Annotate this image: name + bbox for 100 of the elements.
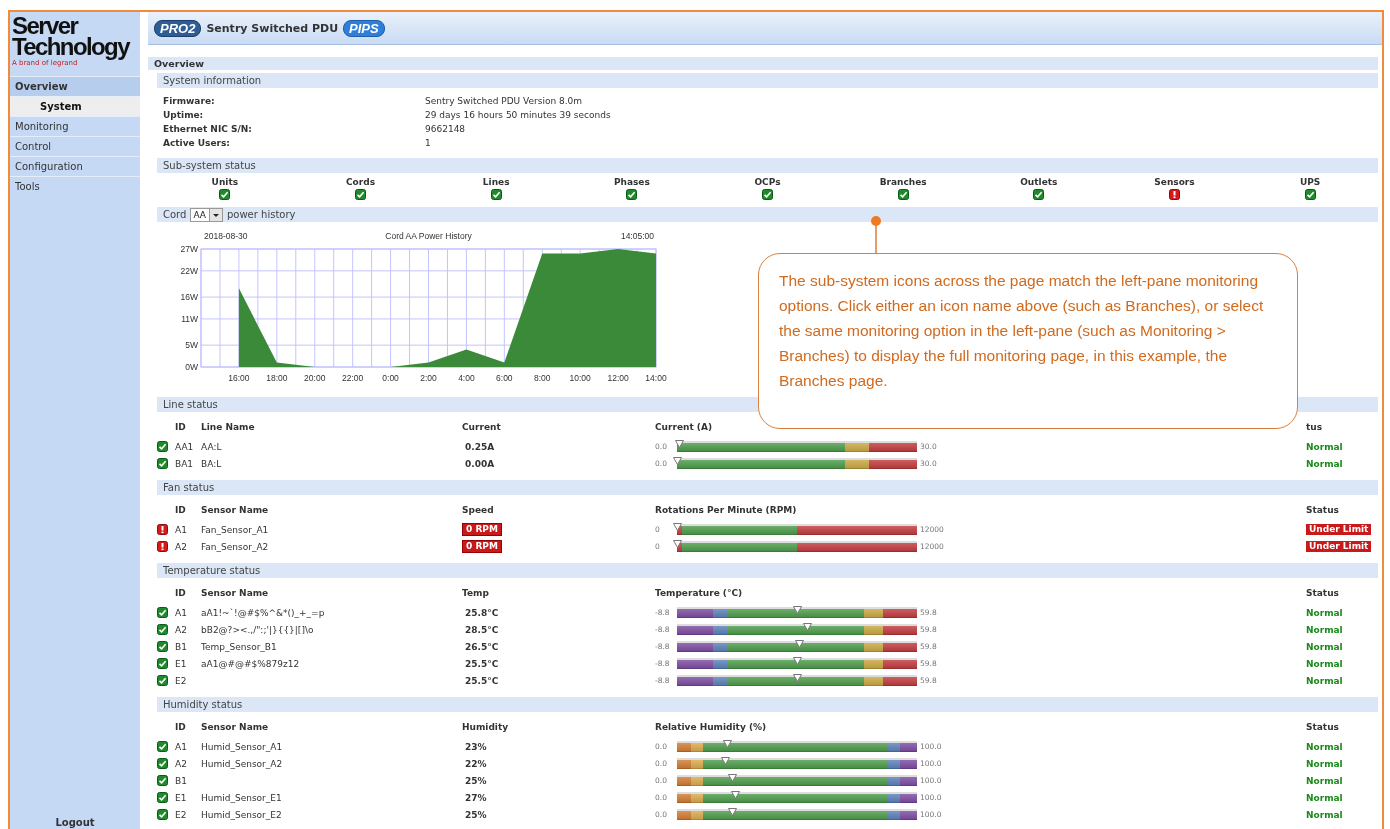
- column-header: Speed: [462, 505, 495, 515]
- column-header: Status: [1306, 722, 1340, 732]
- cord-dropdown[interactable]: AA: [190, 207, 223, 222]
- column-header: Relative Humidity (%): [655, 722, 768, 732]
- value-cell-text: 25.5°C: [464, 658, 500, 669]
- value-cell-text: 25%: [464, 775, 488, 786]
- name-cell-text: aA1@#@#$%879z12: [201, 658, 301, 669]
- field-label: Uptime:: [163, 109, 205, 122]
- nav-item[interactable]: Monitoring: [10, 116, 140, 136]
- section-header: System information: [157, 73, 1378, 88]
- column-header: Current: [462, 422, 502, 432]
- status-text: Normal: [1306, 741, 1344, 752]
- status-text: Normal: [1306, 775, 1344, 786]
- value-cell-text: 26.5°C: [464, 641, 500, 652]
- name-cell-text: BA:L: [201, 458, 223, 469]
- nav-item[interactable]: Control: [10, 136, 140, 156]
- column-header: Sensor Name: [201, 722, 270, 732]
- column-header: Current (A): [655, 422, 714, 432]
- nav-item[interactable]: Overview: [10, 76, 140, 96]
- column-header: Temperature (°C): [655, 588, 744, 598]
- x-tick-label: 10:00: [569, 373, 591, 383]
- section-header: Temperature status: [157, 563, 1378, 578]
- id-cell-text: B1: [175, 641, 188, 652]
- callout-connector: [870, 213, 882, 254]
- id-cell-text: A1: [175, 607, 188, 618]
- status-text: Normal: [1306, 809, 1344, 820]
- subsystem-link[interactable]: OCPs: [754, 177, 781, 187]
- column-header: Humidity: [462, 722, 510, 732]
- name-cell-text: AA:L: [201, 441, 223, 452]
- value-cell: 0 RPM: [462, 523, 502, 536]
- subsystem-link[interactable]: Branches: [879, 177, 927, 187]
- value-cell-text: 23%: [464, 741, 488, 752]
- x-tick-label: 20:00: [304, 373, 326, 383]
- y-tick-label: 0W: [185, 362, 198, 372]
- subsystem-link[interactable]: UPS: [1299, 177, 1321, 187]
- id-cell-text: A2: [175, 758, 188, 769]
- id-cell-text: A2: [175, 624, 188, 635]
- column-header: Status: [1306, 505, 1340, 515]
- field-value: 9662148: [425, 123, 467, 136]
- name-cell-text: Temp_Sensor_B1: [201, 641, 278, 652]
- name-cell-text: Humid_Sensor_E1: [201, 792, 283, 803]
- y-tick-label: 27W: [180, 244, 198, 254]
- id-cell-text: E1: [175, 792, 188, 803]
- column-header: Sensor Name: [201, 505, 270, 515]
- column-header: ID: [175, 722, 187, 732]
- value-cell-text: 27%: [464, 792, 488, 803]
- x-tick-label: 22:00: [342, 373, 364, 383]
- x-tick-label: 0:00: [382, 373, 399, 383]
- callout-note: The sub-system icons across the page match the left-pane monitoring options. Click either an icon name above (such as Branches), or select the same monitoring option in the left-pane (such as Monitoring > Branches) to display the full monitoring page, in this example, the Branches page.: [758, 253, 1298, 429]
- nav-item[interactable]: System: [10, 96, 140, 116]
- value-cell: 0 RPM: [462, 540, 502, 553]
- value-cell-text: 25.5°C: [464, 675, 500, 686]
- status-text: Normal: [1306, 792, 1344, 803]
- x-tick-label: 14:00: [645, 373, 667, 383]
- id-cell-text: B1: [175, 775, 188, 786]
- value-cell-text: 25%: [464, 809, 488, 820]
- field-label: Firmware:: [163, 95, 216, 108]
- x-tick-label: 4:00: [458, 373, 475, 383]
- field-value: 1: [425, 137, 432, 150]
- column-header: Temp: [462, 588, 490, 598]
- nav-item[interactable]: Configuration: [10, 156, 140, 176]
- section-title: power history: [226, 208, 296, 222]
- logout-link[interactable]: Logout: [55, 817, 95, 829]
- product-title: Sentry Switched PDU: [206, 21, 339, 35]
- x-tick-label: 18:00: [266, 373, 288, 383]
- name-cell-text: Humid_Sensor_A1: [201, 741, 284, 752]
- y-tick-label: 22W: [180, 265, 198, 276]
- y-tick-label: 5W: [185, 340, 198, 351]
- id-cell-text: E2: [175, 809, 188, 820]
- name-cell-text: Fan_Sensor_A2: [201, 541, 270, 552]
- column-header: tus: [1306, 422, 1324, 432]
- name-cell-text: Fan_Sensor_A1: [201, 524, 270, 535]
- id-cell-text: A2: [175, 541, 188, 552]
- subsystem-link[interactable]: Units: [211, 177, 239, 187]
- subsystem-link[interactable]: Lines: [482, 177, 510, 187]
- value-cell-text: 28.5°C: [464, 624, 500, 635]
- x-tick-label: 6:00: [496, 373, 513, 383]
- section-header: Humidity status: [157, 697, 1378, 712]
- value-cell-text: 0.00A: [464, 458, 496, 469]
- id-cell-text: E2: [175, 675, 188, 686]
- status-text: Under Limit: [1306, 524, 1372, 535]
- column-header: Line Name: [201, 422, 256, 432]
- column-header: Sensor Name: [201, 588, 270, 598]
- nav-item[interactable]: Tools: [10, 176, 140, 196]
- x-tick-label: 2:00: [420, 373, 437, 383]
- subsystem-link[interactable]: Outlets: [1020, 177, 1058, 187]
- field-label: Active Users:: [163, 137, 231, 150]
- subsystem-link[interactable]: Phases: [613, 177, 650, 187]
- status-text: Normal: [1306, 458, 1344, 469]
- status-text: Normal: [1306, 658, 1344, 669]
- subsystem-link[interactable]: Sensors: [1154, 177, 1195, 187]
- value-cell-text: 0.25A: [464, 441, 496, 452]
- status-text: Normal: [1306, 441, 1344, 452]
- y-tick-label: 16W: [180, 292, 198, 303]
- column-header: ID: [175, 588, 187, 598]
- x-tick-label: 12:00: [607, 373, 629, 383]
- chart-title: Cord AA Power History: [385, 231, 472, 241]
- logo-text: Server: [12, 15, 78, 36]
- status-text: Normal: [1306, 641, 1344, 652]
- subsystem-link[interactable]: Cords: [345, 177, 375, 187]
